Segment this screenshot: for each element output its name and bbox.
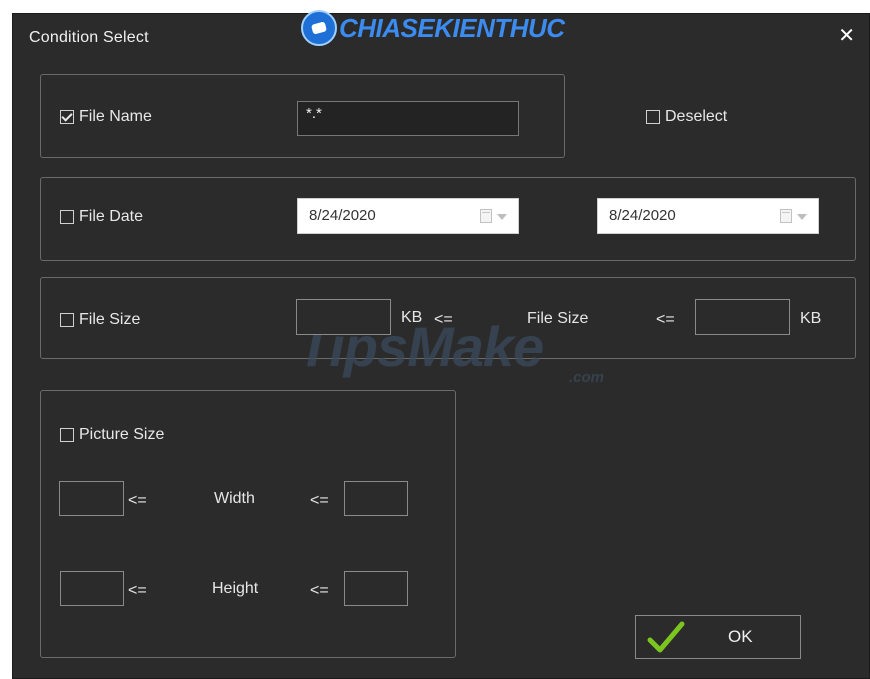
file-size-label: File Size: [79, 311, 141, 328]
file-date-to-value: 8/24/2020: [609, 207, 676, 224]
file-size-min-input[interactable]: [296, 299, 391, 335]
file-size-op-right: <=: [656, 311, 675, 328]
picture-size-checkbox-box[interactable]: [60, 428, 74, 442]
green-checkmark-icon: [647, 621, 685, 653]
dialog-title: Condition Select: [29, 29, 149, 46]
tipsmake-watermark-suffix: .com: [569, 369, 605, 386]
condition-select-dialog: Condition Select CHIASEKIENTHUC ✕ File N…: [12, 10, 870, 679]
height-label: Height: [212, 580, 259, 597]
file-size-unit-right: KB: [800, 310, 822, 327]
dropdown-arrow-icon[interactable]: [797, 214, 807, 220]
calendar-icon[interactable]: [480, 209, 492, 223]
file-date-label: File Date: [79, 208, 144, 225]
picture-size-checkbox[interactable]: Picture Size: [60, 426, 164, 444]
chiasekienthuc-watermark: CHIASEKIENTHUC: [301, 10, 565, 46]
chiasekienthuc-logo-icon: [301, 10, 337, 46]
file-date-to-picker[interactable]: 8/24/2020: [597, 198, 819, 234]
deselect-label: Deselect: [665, 108, 728, 125]
file-size-op-left: <=: [434, 311, 453, 328]
ok-button-label: OK: [728, 627, 753, 646]
file-size-middle-label: File Size: [527, 310, 589, 327]
file-name-checkbox[interactable]: File Name: [60, 108, 152, 126]
height-op-right: <=: [310, 582, 329, 599]
file-date-checkbox-box[interactable]: [60, 210, 74, 224]
file-size-checkbox[interactable]: File Size: [60, 311, 140, 329]
close-button[interactable]: ✕: [838, 26, 855, 46]
file-date-from-picker[interactable]: 8/24/2020: [297, 198, 519, 234]
title-bar: Condition Select CHIASEKIENTHUC ✕: [13, 10, 869, 58]
height-min-input[interactable]: [60, 571, 124, 606]
width-op-right: <=: [310, 492, 329, 509]
file-name-label: File Name: [79, 108, 152, 125]
file-date-from-value: 8/24/2020: [309, 207, 376, 224]
width-max-input[interactable]: [344, 481, 408, 516]
file-name-input[interactable]: *.*: [297, 101, 519, 136]
file-size-unit-left: KB: [401, 309, 423, 326]
file-size-checkbox-box[interactable]: [60, 313, 74, 327]
file-date-checkbox[interactable]: File Date: [60, 208, 143, 226]
file-name-checkbox-box[interactable]: [60, 110, 74, 124]
width-op-left: <=: [128, 492, 147, 509]
calendar-icon[interactable]: [780, 209, 792, 223]
width-label: Width: [214, 490, 255, 507]
watermark-brand-text: CHIASEKIENTHUC: [339, 12, 565, 43]
height-max-input[interactable]: [344, 571, 408, 606]
height-op-left: <=: [128, 582, 147, 599]
width-min-input[interactable]: [59, 481, 124, 516]
deselect-checkbox[interactable]: Deselect: [646, 108, 727, 126]
file-size-max-input[interactable]: [695, 299, 790, 335]
deselect-checkbox-box[interactable]: [646, 110, 660, 124]
picture-size-label: Picture Size: [79, 426, 165, 443]
dropdown-arrow-icon[interactable]: [497, 214, 507, 220]
ok-button[interactable]: OK: [635, 615, 801, 659]
